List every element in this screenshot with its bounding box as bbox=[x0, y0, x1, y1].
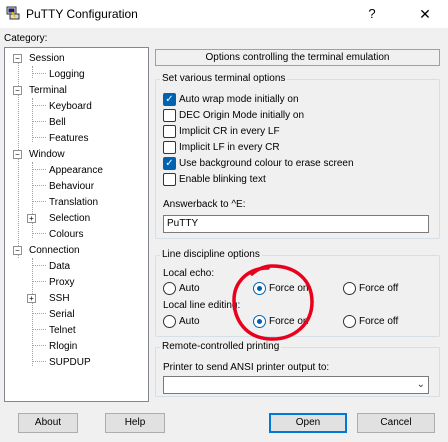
tree-item-rlogin[interactable]: Rlogin bbox=[49, 341, 77, 353]
tree-item-telnet[interactable]: Telnet bbox=[49, 325, 76, 337]
radio-label: Auto bbox=[179, 316, 200, 327]
category-tree[interactable]: − − − + − + Session Logging Terminal Key… bbox=[4, 47, 149, 402]
tree-item-session[interactable]: Session bbox=[29, 53, 65, 65]
checkbox-checked-icon[interactable]: ✓ bbox=[163, 157, 176, 170]
tree-item-colours[interactable]: Colours bbox=[49, 229, 83, 241]
local-echo-label: Local echo: bbox=[163, 268, 215, 279]
tree-item-features[interactable]: Features bbox=[49, 133, 88, 145]
checkbox-implicit-lf[interactable]: Implicit LF in every CR bbox=[163, 141, 280, 154]
tree-line bbox=[32, 121, 46, 122]
tree-item-connection[interactable]: Connection bbox=[29, 245, 80, 257]
close-button[interactable]: ✕ bbox=[415, 4, 435, 24]
tree-line bbox=[32, 105, 46, 106]
radio-line-editing-force-off[interactable]: Force off bbox=[343, 315, 398, 328]
checkbox-bg-erase[interactable]: ✓ Use background colour to erase screen bbox=[163, 157, 354, 170]
collapse-icon[interactable]: − bbox=[13, 246, 22, 255]
collapse-icon[interactable]: − bbox=[13, 86, 22, 95]
checkbox-icon[interactable] bbox=[163, 173, 176, 186]
tree-line bbox=[32, 345, 46, 346]
collapse-icon[interactable]: − bbox=[13, 150, 22, 159]
radio-local-echo-auto[interactable]: Auto bbox=[163, 282, 200, 295]
title-bar: PuTTY Configuration ? ✕ bbox=[0, 0, 448, 28]
checkbox-label: Auto wrap mode initially on bbox=[179, 94, 299, 105]
checkbox-auto-wrap[interactable]: ✓ Auto wrap mode initially on bbox=[163, 93, 299, 106]
radio-label: Force off bbox=[359, 283, 399, 294]
checkbox-label: Enable blinking text bbox=[179, 174, 266, 185]
category-label: Category: bbox=[4, 33, 48, 44]
annotation-circle bbox=[232, 264, 314, 341]
checkbox-icon[interactable] bbox=[163, 109, 176, 122]
checkbox-icon[interactable] bbox=[163, 141, 176, 154]
tree-item-proxy[interactable]: Proxy bbox=[49, 277, 75, 289]
group-title-terminal-options: Set various terminal options bbox=[160, 73, 288, 84]
panel-header: Options controlling the terminal emulati… bbox=[155, 49, 440, 66]
tree-item-ssh[interactable]: SSH bbox=[49, 293, 70, 305]
printer-label: Printer to send ANSI printer output to: bbox=[163, 362, 330, 373]
answerback-input[interactable]: PuTTY bbox=[163, 215, 429, 233]
radio-icon[interactable] bbox=[343, 315, 356, 328]
tree-line bbox=[32, 281, 46, 282]
checkbox-dec-origin[interactable]: DEC Origin Mode initially on bbox=[163, 109, 304, 122]
tree-line bbox=[32, 162, 33, 238]
tree-line bbox=[32, 169, 46, 170]
tree-item-appearance[interactable]: Appearance bbox=[49, 165, 103, 177]
tree-line bbox=[32, 233, 46, 234]
checkbox-implicit-cr[interactable]: Implicit CR in every LF bbox=[163, 125, 280, 138]
group-title-line-discipline: Line discipline options bbox=[160, 249, 262, 260]
checkbox-label: Use background colour to erase screen bbox=[179, 158, 354, 169]
expand-icon[interactable]: + bbox=[27, 294, 36, 303]
radio-label: Force off bbox=[359, 316, 399, 327]
checkbox-icon[interactable] bbox=[163, 125, 176, 138]
tree-line bbox=[32, 265, 46, 266]
radio-icon[interactable] bbox=[163, 282, 176, 295]
checkbox-label: DEC Origin Mode initially on bbox=[179, 110, 305, 121]
tree-line bbox=[32, 201, 46, 202]
title-help-button[interactable]: ? bbox=[362, 4, 382, 24]
chevron-down-icon[interactable]: ⌄ bbox=[417, 379, 425, 390]
tree-line bbox=[32, 137, 46, 138]
tree-line bbox=[32, 185, 46, 186]
cancel-button[interactable]: Cancel bbox=[357, 413, 435, 433]
tree-line bbox=[32, 329, 46, 330]
answerback-label: Answerback to ^E: bbox=[163, 199, 246, 210]
tree-line bbox=[32, 258, 33, 366]
tree-item-data[interactable]: Data bbox=[49, 261, 70, 273]
radio-icon[interactable] bbox=[163, 315, 176, 328]
tree-item-behaviour[interactable]: Behaviour bbox=[49, 181, 94, 193]
tree-item-keyboard[interactable]: Keyboard bbox=[49, 101, 92, 113]
tree-item-terminal[interactable]: Terminal bbox=[29, 85, 67, 97]
tree-item-translation[interactable]: Translation bbox=[49, 197, 98, 209]
expand-icon[interactable]: + bbox=[27, 214, 36, 223]
tree-item-logging[interactable]: Logging bbox=[49, 69, 85, 81]
tree-line bbox=[32, 361, 46, 362]
checkbox-label: Implicit LF in every CR bbox=[179, 142, 280, 153]
checkbox-blinking[interactable]: Enable blinking text bbox=[163, 173, 266, 186]
tree-item-window[interactable]: Window bbox=[29, 149, 65, 161]
help-button[interactable]: Help bbox=[105, 413, 165, 433]
radio-label: Auto bbox=[179, 283, 200, 294]
checkbox-checked-icon[interactable]: ✓ bbox=[163, 93, 176, 106]
putty-computer-icon bbox=[6, 6, 20, 20]
tree-line bbox=[32, 66, 33, 78]
radio-local-echo-force-off[interactable]: Force off bbox=[343, 282, 398, 295]
tree-item-supdup[interactable]: SUPDUP bbox=[49, 357, 91, 369]
open-button[interactable]: Open bbox=[269, 413, 347, 433]
checkbox-label: Implicit CR in every LF bbox=[179, 126, 280, 137]
tree-item-serial[interactable]: Serial bbox=[49, 309, 75, 321]
tree-line bbox=[32, 73, 46, 74]
radio-icon[interactable] bbox=[343, 282, 356, 295]
collapse-icon[interactable]: − bbox=[13, 54, 22, 63]
radio-line-editing-auto[interactable]: Auto bbox=[163, 315, 200, 328]
tree-line bbox=[32, 313, 46, 314]
about-button[interactable]: About bbox=[18, 413, 78, 433]
tree-item-bell[interactable]: Bell bbox=[49, 117, 66, 129]
tree-item-selection[interactable]: Selection bbox=[49, 213, 90, 225]
printer-select[interactable]: ⌄ bbox=[163, 376, 429, 394]
window-title: PuTTY Configuration bbox=[26, 7, 138, 21]
